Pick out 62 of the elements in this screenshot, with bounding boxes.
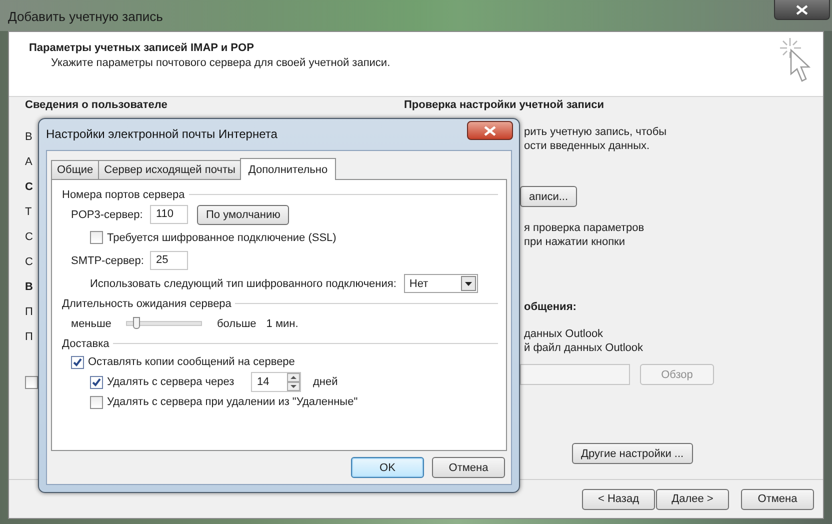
checkbox[interactable] [25, 376, 38, 389]
more-settings-button[interactable]: Другие настройки ... [572, 443, 693, 464]
field-label: В [25, 130, 32, 145]
slider-label: больше [217, 318, 256, 330]
group-heading: Номера портов сервера [62, 188, 185, 200]
description-text: при нажатии кнопки [524, 235, 626, 249]
wizard-button[interactable]: < Назад [582, 488, 655, 510]
field-label: П [25, 330, 33, 345]
description-text: ости введенных данных. [524, 139, 651, 153]
checkbox-label: Оставлять копии сообщений на сервере [88, 356, 295, 368]
field-label: С [25, 230, 33, 245]
port-field[interactable]: 110 [150, 205, 188, 224]
tab[interactable]: Сервер исходящей почты [98, 160, 242, 179]
tab[interactable]: Общие [51, 160, 100, 179]
dialog-title: Настройки электронной почты Интернета [46, 127, 278, 141]
section-heading: общения: [524, 301, 576, 313]
checkbox[interactable] [90, 396, 103, 408]
wizard-button[interactable]: Отмена [741, 488, 814, 510]
dialog-button[interactable]: Отмена [432, 457, 505, 478]
field-label: П [25, 305, 33, 320]
encryption-dropdown[interactable]: Нет [404, 274, 478, 293]
description-text: данных Outlook [524, 327, 604, 341]
section-heading: Проверка настройки учетной записи [404, 99, 606, 111]
port-field[interactable]: 25 [150, 251, 188, 270]
checkbox[interactable] [90, 376, 103, 388]
field-label: С [25, 255, 33, 270]
field-label: Т [25, 205, 32, 220]
checkbox-label: Удалять с сервера при удалении из "Удаленные" [107, 396, 358, 408]
file-path-field[interactable] [520, 364, 630, 385]
default-button[interactable]: По умолчанию [197, 204, 290, 224]
description-text: я проверка параметров [524, 221, 644, 235]
close-button[interactable] [467, 121, 513, 140]
group-heading: Длительность ожидания сервера [62, 298, 232, 310]
checkbox-label: Требуется шифрованное подключение (SSL) [107, 232, 336, 244]
checkbox[interactable] [90, 231, 103, 244]
window-title: Добавить учетную запись [8, 9, 163, 24]
close-button[interactable] [774, 0, 830, 20]
description-text: й файл данных Outlook [524, 341, 644, 355]
days-spinner[interactable]: 14 [251, 372, 301, 392]
description-text: рить учетную запись, чтобы [524, 125, 667, 139]
tab[interactable]: Дополнительно [240, 158, 336, 180]
field-label: SMTP-сервер: [71, 254, 145, 266]
page-heading: Параметры учетных записей IMAP и POP [29, 42, 255, 54]
page-subtitle: Укажите параметры почтового сервера для своей учетной записи. [51, 57, 390, 69]
test-account-button[interactable]: аписи... [520, 186, 578, 207]
field-label: POP3-сервер: [71, 208, 144, 220]
group-heading: Доставка [62, 338, 110, 350]
field-label: С [25, 180, 33, 195]
dialog-button[interactable]: OK [351, 457, 424, 478]
section-heading: Сведения о пользователе [25, 99, 168, 111]
slider-label: меньше [71, 318, 112, 330]
timeout-value: 1 мин. [266, 318, 298, 330]
unit-label: дней [313, 376, 338, 388]
field-label: А [25, 155, 32, 170]
field-label: В [25, 280, 33, 295]
field-label: Использовать следующий тип шифрованного подключения: [90, 278, 396, 290]
close-icon [796, 4, 808, 14]
checkbox[interactable] [71, 356, 84, 368]
cursor-sparkle-icon [777, 36, 811, 84]
checkbox-label: Удалять с сервера через [107, 376, 236, 388]
wizard-button[interactable]: Далее > [656, 488, 729, 510]
close-icon [484, 126, 496, 136]
